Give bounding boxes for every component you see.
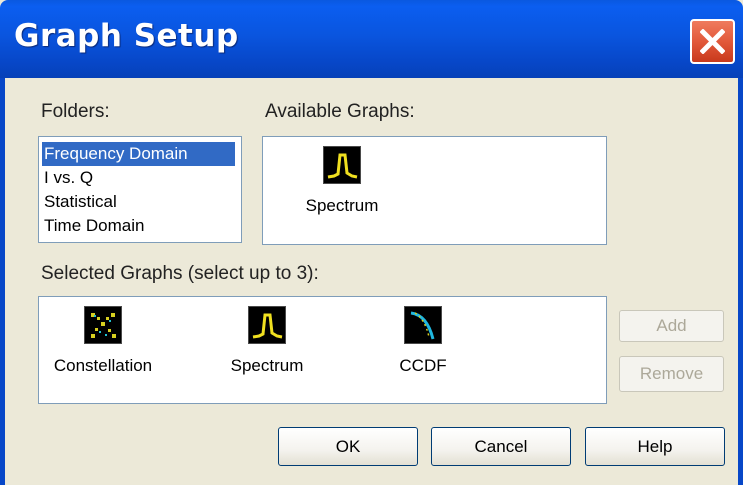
close-icon <box>700 29 725 54</box>
window-title: Graph Setup <box>14 18 239 54</box>
graph-setup-dialog: Graph Setup Folders: Frequency Domain I … <box>0 0 743 485</box>
selected-graph-label: Constellation <box>53 356 153 375</box>
selected-graph-label: Spectrum <box>230 356 304 375</box>
selected-graph-spectrum[interactable]: Spectrum <box>212 306 322 376</box>
selected-graphs-label: Selected Graphs (select up to 3): <box>41 263 319 284</box>
available-graph-spectrum[interactable]: Spectrum <box>287 146 397 216</box>
close-button[interactable] <box>690 19 735 64</box>
selected-graph-constellation[interactable]: Constellation <box>48 306 158 376</box>
title-bar[interactable]: Graph Setup <box>0 0 743 78</box>
window-frame-left <box>0 78 5 485</box>
spectrum-icon <box>323 146 361 184</box>
constellation-icon <box>84 306 122 344</box>
available-graph-label: Spectrum <box>305 196 379 215</box>
selected-graphs-listbox[interactable]: Constellation Spectrum CCDF <box>38 296 607 404</box>
folder-item-time-domain[interactable]: Time Domain <box>42 214 235 238</box>
ok-button[interactable]: OK <box>278 427 418 466</box>
selected-graph-ccdf[interactable]: CCDF <box>368 306 478 376</box>
folders-label: Folders: <box>41 101 110 122</box>
selected-graph-label: CCDF <box>399 356 447 375</box>
folder-item-frequency-domain[interactable]: Frequency Domain <box>42 142 235 166</box>
available-graphs-listbox[interactable]: Spectrum <box>262 136 607 245</box>
folder-item-statistical[interactable]: Statistical <box>42 190 235 214</box>
cancel-button[interactable]: Cancel <box>431 427 571 466</box>
folder-item-i-vs-q[interactable]: I vs. Q <box>42 166 235 190</box>
spectrum-icon <box>248 306 286 344</box>
ccdf-icon <box>404 306 442 344</box>
add-button[interactable]: Add <box>619 310 724 342</box>
available-graphs-label: Available Graphs: <box>265 101 415 122</box>
help-button[interactable]: Help <box>585 427 725 466</box>
window-frame-right <box>738 78 743 485</box>
remove-button[interactable]: Remove <box>619 356 724 392</box>
folders-listbox[interactable]: Frequency Domain I vs. Q Statistical Tim… <box>38 136 242 243</box>
